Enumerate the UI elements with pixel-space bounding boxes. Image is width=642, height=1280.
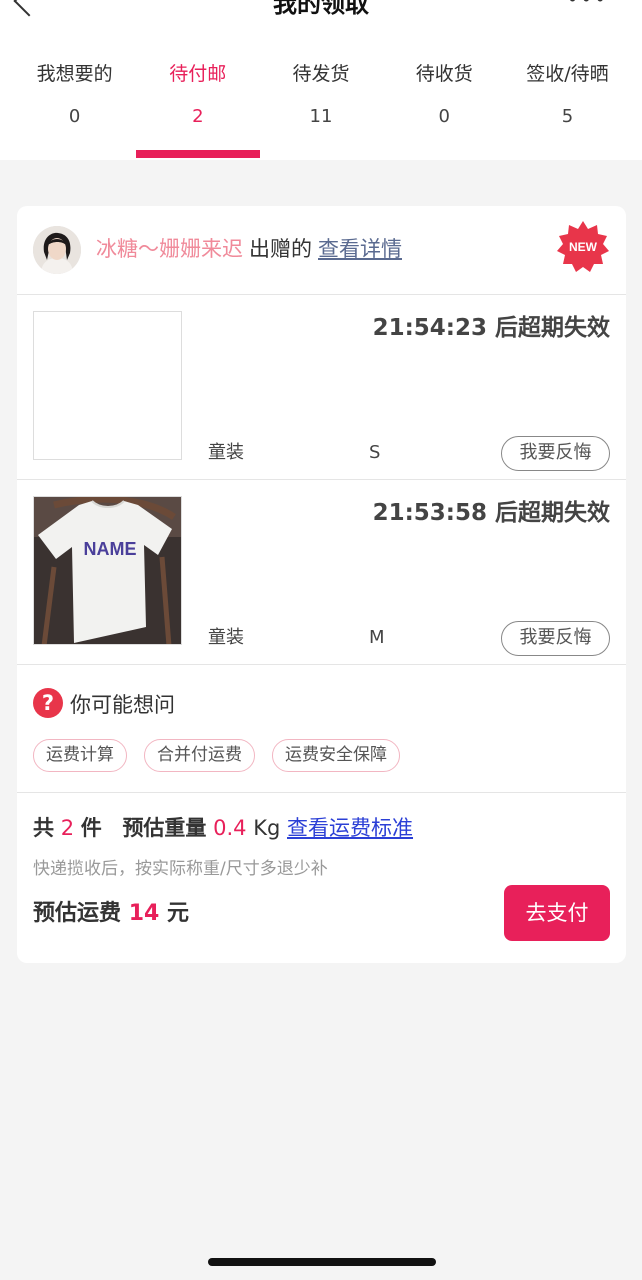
- fee-value: 14: [128, 901, 160, 926]
- fee-label: 预估运费: [33, 901, 122, 926]
- tab-pending-shipment[interactable]: 待发货 11: [259, 60, 382, 160]
- expiry-countdown: 21:53:58 后超期失效: [372, 500, 610, 526]
- fee-unit: 元: [166, 901, 189, 926]
- item-row: NAME 21:53:58 后超期失效 童装 M 我要反悔: [17, 480, 626, 665]
- new-badge-icon: NEW: [557, 221, 609, 272]
- weight-label: 预估重量: [122, 816, 207, 840]
- question-icon: ?: [33, 688, 63, 718]
- shirt-print-text: NAME: [84, 539, 137, 559]
- expiry-countdown: 21:54:23 后超期失效: [372, 315, 610, 341]
- faq-section: ? 你可能想问 运费计算 合并付运费 运费安全保障: [17, 665, 626, 793]
- tab-pending-postage[interactable]: 待付邮 2: [136, 60, 261, 160]
- tab-count: 0: [438, 106, 450, 127]
- item-image[interactable]: NAME: [33, 496, 182, 645]
- item-count: 2: [60, 816, 75, 840]
- item-category: 童装: [208, 627, 244, 648]
- weight-unit: Kg: [253, 816, 281, 840]
- regret-button[interactable]: 我要反悔: [501, 436, 610, 471]
- more-icon[interactable]: •••: [567, 0, 608, 9]
- pay-button[interactable]: 去支付: [504, 885, 610, 941]
- count-prefix: 共: [33, 816, 54, 840]
- order-card: 冰糖～姗姗来迟 出赠的 查看详情 NEW 21:54:23 后超期失效 童装 S 我…: [17, 206, 626, 963]
- shipping-note: 快递揽收后，按实际称重/尺寸多退少补: [33, 859, 328, 879]
- shipping-standard-link[interactable]: 查看运费标准: [287, 816, 413, 840]
- avatar[interactable]: [33, 226, 81, 274]
- count-suffix: 件: [80, 816, 102, 840]
- item-size: M: [369, 627, 385, 648]
- giver-name[interactable]: 冰糖～姗姗来迟: [96, 237, 243, 261]
- tab-label: 待付邮: [169, 63, 227, 85]
- status-tabs: 我想要的 0 待付邮 2 待发货 11 待收货 0 签收/待晒 5: [13, 60, 629, 160]
- tab-signed[interactable]: 签收/待晒 5: [506, 60, 629, 160]
- tab-count: 5: [561, 106, 574, 127]
- faq-chip-combined-shipping[interactable]: 合并付运费: [144, 739, 255, 772]
- payment-summary: 共 2 件 预估重量 0.4 Kg 查看运费标准 快递揽收后，按实际称重/尺寸多…: [17, 793, 626, 963]
- item-row: 21:54:23 后超期失效 童装 S 我要反悔: [17, 295, 626, 480]
- item-size: S: [369, 442, 381, 463]
- tab-count: 2: [192, 106, 204, 127]
- weight-value: 0.4: [213, 816, 247, 840]
- faq-chip-shipping-safety[interactable]: 运费安全保障: [272, 739, 400, 772]
- page-title: 我的领取: [273, 0, 369, 18]
- tab-label: 签收/待晒: [526, 63, 609, 85]
- tab-label: 我想要的: [36, 63, 113, 85]
- tab-count: 0: [68, 106, 81, 127]
- faq-title: 你可能想问: [70, 693, 175, 717]
- giver-suffix: 出赠的: [249, 237, 312, 261]
- giver-text: 冰糖～姗姗来迟 出赠的 查看详情: [96, 234, 402, 264]
- regret-button[interactable]: 我要反悔: [501, 621, 610, 656]
- giver-row: 冰糖～姗姗来迟 出赠的 查看详情 NEW: [17, 206, 626, 295]
- header: 我的领取 ••• 我想要的 0 待付邮 2 待发货 11 待收货 0 签收/待晒…: [0, 0, 642, 160]
- tab-pending-receipt[interactable]: 待收货 0: [383, 60, 506, 160]
- home-indicator[interactable]: [208, 1258, 436, 1266]
- fee-line: 预估运费 14 元: [33, 899, 189, 929]
- new-badge-text: NEW: [569, 240, 598, 254]
- item-image[interactable]: [33, 311, 182, 460]
- tab-count: 11: [309, 106, 333, 127]
- tab-label: 待发货: [292, 63, 350, 85]
- view-details-link[interactable]: 查看详情: [318, 237, 402, 261]
- tab-wanted[interactable]: 我想要的 0: [13, 60, 136, 160]
- faq-chip-shipping-calc[interactable]: 运费计算: [33, 739, 127, 772]
- faq-chips: 运费计算 合并付运费 运费安全保障: [33, 739, 400, 772]
- tab-label: 待收货: [415, 63, 473, 85]
- item-category: 童装: [208, 442, 244, 463]
- count-weight-line: 共 2 件 预估重量 0.4 Kg 查看运费标准: [33, 813, 413, 843]
